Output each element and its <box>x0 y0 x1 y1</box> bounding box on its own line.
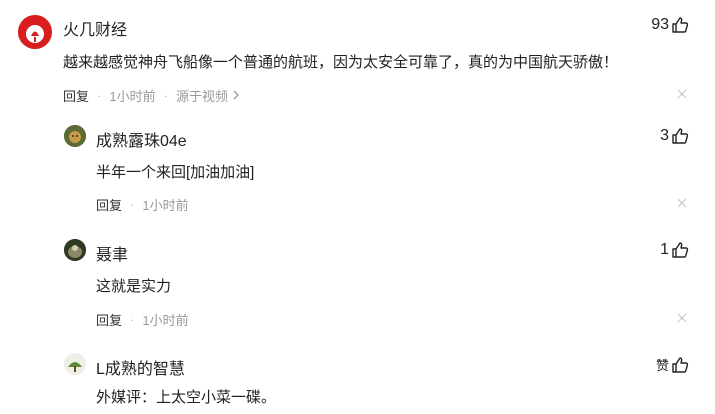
thumbs-up-icon <box>671 356 689 374</box>
timestamp: 1小时前 <box>142 198 189 213</box>
chevron-right-icon <box>233 88 240 103</box>
separator: · <box>130 312 135 327</box>
separator: · <box>163 88 168 103</box>
like-count: 1 <box>660 241 669 258</box>
like-button[interactable]: 1 <box>660 241 689 259</box>
comment-text: 外媒评：上太空小菜一碟。 <box>96 389 277 406</box>
comment-text: 半年一个来回[加油加油] <box>96 164 255 181</box>
like-button[interactable]: 3 <box>660 127 689 145</box>
reply-item: 聂聿 1 这就是实力 回复 · 1小时前 <box>0 229 715 339</box>
avatar[interactable] <box>18 15 52 49</box>
comment-author[interactable]: L成熟的智慧 <box>96 355 185 379</box>
avatar-image-icon <box>64 239 86 261</box>
like-count: 3 <box>660 127 669 144</box>
reply-button[interactable]: 回复 <box>96 310 122 329</box>
close-icon[interactable] <box>677 198 687 208</box>
like-button[interactable]: 赞 <box>656 355 689 374</box>
avatar-image-icon <box>64 353 86 375</box>
separator: · <box>97 88 102 103</box>
comment-item: 火几财经 93 越来越感觉神舟飞船像一个普通的航班，因为太安全可靠了，真的为中国… <box>0 0 715 110</box>
comment-author[interactable]: 成熟露珠04e <box>96 127 187 151</box>
avatar[interactable] <box>64 239 86 261</box>
close-icon[interactable] <box>677 313 687 323</box>
avatar-image-icon <box>64 125 86 147</box>
reply-item: L成熟的智慧 赞 外媒评：上太空小菜一碟。 <box>0 344 715 414</box>
avatar[interactable] <box>64 353 86 375</box>
reply-button[interactable]: 回复 <box>63 86 89 105</box>
comment-author[interactable]: 火几财经 <box>63 16 127 40</box>
reply-button[interactable]: 回复 <box>96 195 122 214</box>
timestamp: 1小时前 <box>109 89 156 104</box>
comment-text: 这就是实力 <box>96 278 172 295</box>
comment-text: 越来越感觉神舟飞船像一个普通的航班，因为太安全可靠了，真的为中国航天骄傲！ <box>63 54 619 71</box>
timestamp: 1小时前 <box>142 313 189 328</box>
avatar[interactable] <box>64 125 86 147</box>
brand-logo-icon <box>18 15 52 49</box>
thumbs-up-icon <box>671 16 689 34</box>
like-button[interactable]: 93 <box>651 16 689 34</box>
thumbs-up-icon <box>671 127 689 145</box>
like-count: 93 <box>651 16 669 33</box>
close-icon[interactable] <box>677 89 687 99</box>
comment-author[interactable]: 聂聿 <box>96 241 128 265</box>
reply-item: 成熟露珠04e 3 半年一个来回[加油加油] 回复 · 1小时前 <box>0 114 715 224</box>
comment-meta: 回复 · 1小时前 <box>96 310 189 329</box>
like-label: 赞 <box>655 358 669 373</box>
comment-meta: 回复 · 1小时前 <box>96 195 189 214</box>
source-link[interactable]: 源于视频 <box>176 86 228 105</box>
separator: · <box>130 197 135 212</box>
thumbs-up-icon <box>671 241 689 259</box>
comment-meta: 回复 · 1小时前 · 源于视频 <box>63 86 240 105</box>
